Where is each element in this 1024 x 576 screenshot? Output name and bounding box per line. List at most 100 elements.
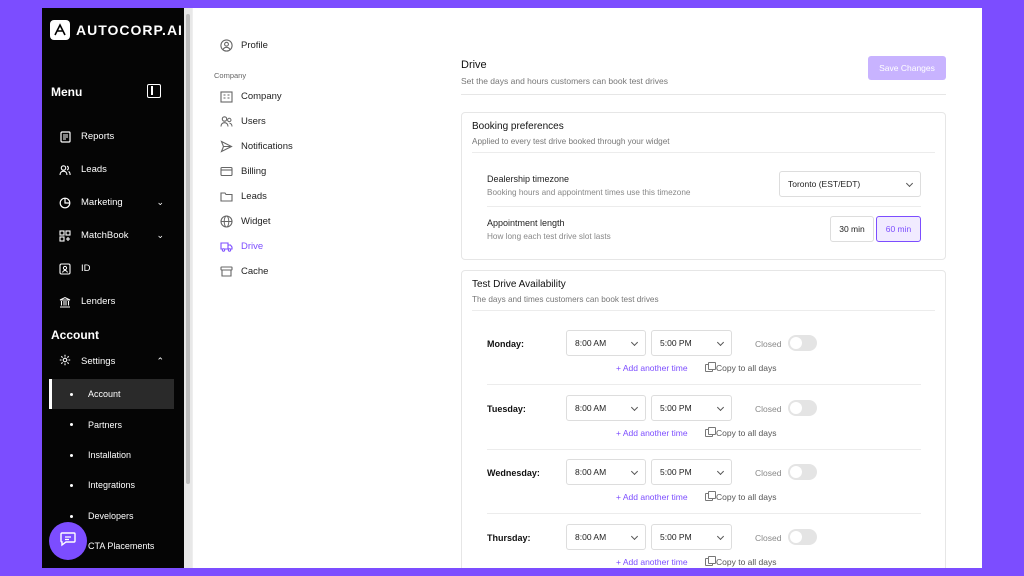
settings-nav-profile[interactable]: Profile	[220, 39, 268, 52]
settings-nav-billing[interactable]: Billing	[220, 165, 266, 178]
copy-to-all-link[interactable]: Copy to all days	[705, 362, 777, 373]
copy-label: Copy to all days	[716, 557, 777, 567]
sidebar-item-matchbook[interactable]: MatchBook ⌄	[42, 219, 184, 252]
copy-to-all-link[interactable]: Copy to all days	[705, 427, 776, 438]
sidebar-item-reports[interactable]: Reports	[42, 120, 184, 153]
logo[interactable]: AUTOCORP.AI	[50, 20, 183, 40]
chevron-down-icon	[716, 403, 725, 412]
sidebar-item-label: Reports	[81, 131, 115, 142]
settings-nav-company[interactable]: Company	[220, 90, 282, 103]
wednesday-closed-toggle[interactable]	[788, 464, 817, 480]
settings-nav-label: Users	[241, 116, 266, 127]
building-icon	[220, 90, 233, 103]
thursday-start-select[interactable]: 8:00 AM	[566, 524, 646, 550]
sidebar-item-lenders[interactable]: Lenders	[42, 285, 184, 318]
settings-nav-label: Profile	[241, 40, 268, 51]
sidebar-item-leads[interactable]: Leads	[42, 153, 184, 186]
chat-bubble-icon	[59, 530, 77, 553]
tuesday-closed-toggle[interactable]	[788, 400, 817, 416]
tuesday-end-select[interactable]: 5:00 PM	[651, 395, 732, 421]
card-title: Test Drive Availability	[472, 279, 566, 290]
scrollbar-thumb[interactable]	[186, 14, 190, 484]
day-label-thursday: Thursday:	[487, 533, 531, 543]
length-option-60[interactable]: 60 min	[876, 216, 921, 242]
chevron-down-icon[interactable]: ⌄	[156, 230, 164, 241]
copy-to-all-link[interactable]: Copy to all days	[705, 556, 777, 567]
settings-nav-label: Cache	[241, 266, 269, 277]
users-icon	[220, 115, 233, 128]
sidebar-scrollbar[interactable]	[184, 8, 192, 568]
card-divider	[472, 310, 935, 311]
account-section-title: Account	[51, 328, 99, 342]
copy-label: Copy to all days	[716, 363, 777, 373]
sidebar-item-label: MatchBook	[81, 230, 129, 241]
sidebar-item-settings[interactable]: Settings ⌃	[42, 346, 184, 376]
timezone-select[interactable]: Toronto (EST/EDT)	[779, 171, 921, 197]
wednesday-end-select[interactable]: 5:00 PM	[651, 459, 732, 485]
length-option-30[interactable]: 30 min	[830, 216, 874, 242]
gear-icon	[59, 354, 71, 369]
copy-to-all-link[interactable]: Copy to all days	[705, 491, 776, 502]
add-time-link[interactable]: + Add another time	[616, 557, 688, 567]
copy-icon	[705, 427, 716, 437]
start-time-value: 8:00 AM	[575, 467, 607, 477]
submenu-item-installation[interactable]: Installation	[42, 440, 184, 470]
add-time-link[interactable]: + Add another time	[616, 492, 688, 502]
day-label-tuesday: Tuesday:	[487, 404, 526, 414]
collapse-sidebar-icon[interactable]	[147, 84, 161, 98]
logo-mark-icon	[50, 20, 70, 40]
chevron-up-icon[interactable]: ⌃	[156, 356, 164, 367]
settings-nav-cache[interactable]: Cache	[220, 265, 268, 278]
monday-end-select[interactable]: 5:00 PM	[651, 330, 732, 356]
row-divider	[487, 206, 921, 207]
chevron-down-icon	[905, 179, 914, 188]
start-time-value: 8:00 AM	[575, 338, 607, 348]
day-divider	[487, 449, 921, 450]
settings-nav-leads[interactable]: Leads	[220, 190, 267, 203]
chevron-down-icon	[716, 338, 725, 347]
timezone-sublabel: Booking hours and appointment times use …	[487, 188, 691, 197]
monday-closed-toggle[interactable]	[788, 335, 817, 351]
settings-nav-label: Drive	[241, 241, 264, 252]
monday-start-select[interactable]: 8:00 AM	[566, 330, 646, 356]
sidebar-item-label: Leads	[81, 164, 107, 175]
card-divider	[472, 152, 935, 153]
settings-nav-notifications[interactable]: Notifications	[220, 140, 293, 153]
app-window: AUTOCORP.AI Menu Reports Leads Marketing…	[42, 8, 982, 568]
copy-icon	[705, 556, 716, 566]
booking-preferences-card: Booking preferences Applied to every tes…	[461, 112, 946, 260]
submenu-item-integrations[interactable]: Integrations	[42, 470, 184, 500]
sidebar-item-marketing[interactable]: Marketing ⌄	[42, 186, 184, 219]
user-circle-icon	[220, 39, 233, 52]
wednesday-start-select[interactable]: 8:00 AM	[566, 459, 646, 485]
tuesday-start-select[interactable]: 8:00 AM	[566, 395, 646, 421]
add-time-link[interactable]: + Add another time	[616, 363, 688, 373]
sidebar-item-label: Settings	[81, 355, 116, 367]
submenu-item-partners[interactable]: Partners	[42, 409, 184, 439]
chat-button[interactable]	[49, 522, 87, 560]
settings-nav-label: Company	[241, 91, 282, 102]
sidebar: AUTOCORP.AI Menu Reports Leads Marketing…	[42, 8, 184, 568]
settings-nav-widget[interactable]: Widget	[220, 215, 271, 228]
chevron-down-icon	[630, 467, 639, 476]
truck-icon	[220, 240, 233, 253]
end-time-value: 5:00 PM	[660, 338, 692, 348]
settings-nav-group-label: Company	[214, 71, 247, 80]
timezone-value: Toronto (EST/EDT)	[788, 179, 861, 189]
chevron-down-icon	[716, 467, 725, 476]
sidebar-item-id[interactable]: ID	[42, 252, 184, 285]
brand-name: AUTOCORP.AI	[76, 22, 183, 38]
add-time-link[interactable]: + Add another time	[616, 428, 688, 438]
submenu-item-account[interactable]: Account	[49, 379, 174, 410]
settings-nav-users[interactable]: Users	[220, 115, 266, 128]
settings-nav-label: Billing	[241, 166, 267, 177]
chevron-down-icon[interactable]: ⌄	[156, 197, 164, 208]
settings-nav-drive[interactable]: Drive	[220, 240, 263, 253]
closed-label: Closed	[755, 404, 782, 414]
thursday-closed-toggle[interactable]	[788, 529, 817, 545]
reports-icon	[59, 130, 71, 143]
save-changes-button[interactable]: Save Changes	[868, 56, 946, 80]
chevron-down-icon	[716, 532, 725, 541]
thursday-end-select[interactable]: 5:00 PM	[651, 524, 732, 550]
chevron-down-icon	[630, 338, 639, 347]
